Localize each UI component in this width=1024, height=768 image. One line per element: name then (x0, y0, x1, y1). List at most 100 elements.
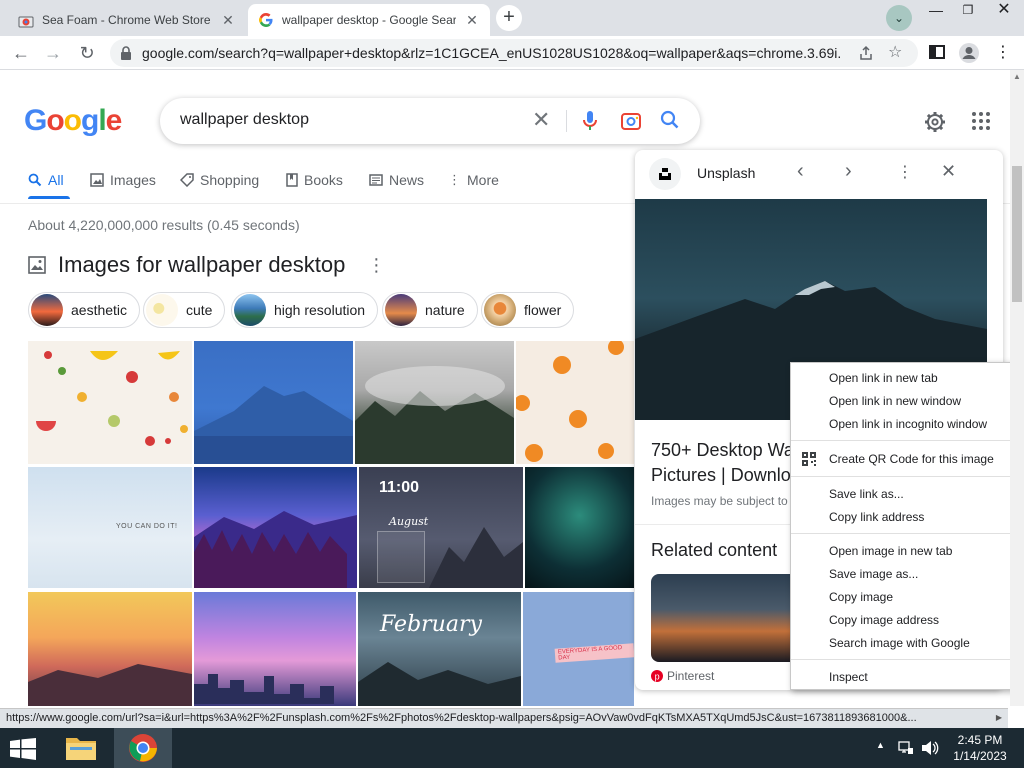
chip-flower[interactable]: flower (481, 292, 575, 328)
menu-item-create-qr-code[interactable]: Create QR Code for this image (829, 449, 994, 469)
panel-source[interactable]: Unsplash (697, 165, 755, 181)
mountain-illustration (194, 386, 353, 464)
image-result-oranges[interactable] (516, 341, 634, 464)
menu-item-copy-image[interactable]: Copy image (829, 587, 893, 607)
image-result-purple-forest[interactable] (194, 467, 357, 588)
share-icon[interactable] (858, 45, 874, 61)
address-bar[interactable]: google.com/search?q=wallpaper+desktop&rl… (110, 39, 918, 67)
menu-separator (791, 659, 1022, 660)
context-menu: Open link in new tab Open link in new wi… (790, 362, 1023, 690)
show-hidden-icons-icon[interactable]: ▲ (876, 740, 885, 750)
search-box[interactable]: wallpaper desktop ✕ (160, 98, 700, 144)
menu-item-search-image-google[interactable]: Search image with Google (829, 633, 970, 653)
tab-google-search[interactable]: wallpaper desktop - Google Sear ✕ (248, 4, 490, 36)
more-options-icon[interactable]: ⋮ (367, 255, 385, 276)
scroll-up-arrow-icon[interactable]: ▲ (1013, 72, 1021, 81)
vertical-scrollbar[interactable]: ▲ (1010, 70, 1024, 706)
minimize-button[interactable]: — (920, 0, 952, 22)
chip-high-resolution[interactable]: high resolution (231, 292, 379, 328)
image-result-sunset-hills[interactable] (28, 592, 192, 706)
image-result-blue-mountain[interactable] (194, 341, 353, 464)
back-button[interactable]: ← (8, 40, 34, 66)
tab-all[interactable]: All (28, 172, 64, 188)
menu-item-save-image-as[interactable]: Save image as... (829, 564, 918, 584)
image-result-everyday-good[interactable]: EVERYDAY IS A GOOD DAY (523, 592, 634, 706)
hills-illustration (28, 664, 192, 706)
system-clock[interactable]: 2:45 PM 1/14/2023 (950, 732, 1010, 764)
volume-icon[interactable] (921, 740, 939, 756)
related-image[interactable] (651, 574, 801, 662)
tab-shopping[interactable]: Shopping (180, 172, 259, 188)
image-result-fruit-pattern[interactable] (28, 341, 192, 464)
result-title[interactable]: 750+ Desktop Wa Pictures | Downlo (651, 438, 794, 488)
menu-item-copy-image-address[interactable]: Copy image address (829, 610, 939, 630)
bookmark-star-icon[interactable]: ☆ (888, 42, 902, 62)
side-panel-icon[interactable] (929, 44, 945, 60)
chrome-menu-icon[interactable]: ⋮ (990, 40, 1016, 66)
chip-nature[interactable]: nature (382, 292, 478, 328)
image-result-february[interactable]: February (358, 592, 521, 706)
chrome-web-store-icon (18, 16, 34, 28)
lens-camera-icon[interactable] (620, 110, 642, 132)
next-arrow-icon[interactable]: › (845, 160, 852, 183)
images-section-header: Images for wallpaper desktop ⋮ (28, 252, 385, 278)
tab-images[interactable]: Images (90, 172, 156, 188)
new-tab-button[interactable]: + (496, 5, 522, 31)
close-panel-icon[interactable]: ✕ (941, 161, 956, 182)
search-input[interactable]: wallpaper desktop (180, 98, 309, 142)
menu-item-copy-link-address[interactable]: Copy link address (829, 507, 924, 527)
image-result-calendar[interactable]: 11:00 August (359, 467, 523, 588)
windows-taskbar: ▲ 2:45 PM 1/14/2023 (0, 728, 1024, 768)
tab-more[interactable]: ⋮ More (448, 172, 499, 188)
windows-start-icon[interactable] (10, 738, 36, 760)
qr-code-icon (802, 452, 816, 466)
chip-thumbnail (234, 294, 266, 326)
more-options-icon[interactable]: ⋮ (897, 162, 913, 182)
google-logo[interactable]: Google (24, 104, 122, 138)
chip-label: flower (524, 302, 562, 318)
fruit-illustration (36, 351, 188, 446)
image-result-city-sky[interactable] (194, 592, 356, 706)
image-result-you-can-do-it[interactable]: YOU CAN DO IT! (28, 467, 192, 588)
reload-button[interactable]: ↻ (74, 40, 100, 66)
tab-sea-foam[interactable]: Sea Foam - Chrome Web Store ✕ (8, 4, 246, 36)
menu-item-open-link-incognito[interactable]: Open link in incognito window (829, 414, 987, 434)
settings-gear-icon[interactable] (923, 110, 947, 134)
tab-search-button[interactable]: ⌄ (886, 5, 912, 31)
menu-item-save-link-as[interactable]: Save link as... (829, 484, 904, 504)
chip-aesthetic[interactable]: aesthetic (28, 292, 141, 328)
profile-avatar-icon[interactable] (958, 42, 980, 64)
clock-time: 2:45 PM (957, 733, 1003, 747)
close-window-button[interactable]: ✕ (988, 0, 1020, 22)
menu-item-open-link-new-window[interactable]: Open link in new window (829, 391, 961, 411)
image-icon (28, 256, 46, 274)
image-result-foggy-forest[interactable] (355, 341, 514, 464)
clear-search-icon[interactable]: ✕ (532, 107, 550, 133)
tab-close-icon[interactable]: ✕ (220, 12, 236, 28)
related-source[interactable]: Pinterest (667, 669, 714, 683)
restore-button[interactable]: ❐ (952, 0, 984, 22)
menu-item-open-link-new-tab[interactable]: Open link in new tab (829, 368, 938, 388)
voice-search-icon[interactable] (582, 110, 598, 132)
search-icon[interactable] (660, 110, 680, 130)
forward-button[interactable]: → (40, 40, 66, 66)
menu-item-open-image-new-tab[interactable]: Open image in new tab (829, 541, 952, 561)
image-result-glowing-tree[interactable] (525, 467, 634, 588)
chrome-taskbar-button[interactable] (114, 728, 172, 768)
lock-icon (121, 46, 131, 60)
tab-close-icon[interactable]: ✕ (464, 12, 480, 28)
apps-grid-icon[interactable] (971, 111, 991, 131)
logo-letter: o (46, 104, 64, 137)
chip-thumbnail (31, 294, 63, 326)
chip-cute[interactable]: cute (143, 292, 226, 328)
tab-news[interactable]: News (369, 172, 424, 188)
menu-item-inspect[interactable]: Inspect (829, 667, 868, 687)
scrollbar-thumb[interactable] (1012, 166, 1022, 302)
more-vert-icon: ⋮ (448, 172, 461, 187)
tab-books[interactable]: Books (286, 172, 343, 188)
scroll-right-arrow-icon[interactable]: ▶ (992, 710, 1006, 726)
chip-label: aesthetic (71, 302, 128, 318)
file-explorer-icon[interactable] (64, 734, 98, 762)
previous-arrow-icon[interactable]: ‹ (797, 160, 804, 183)
network-icon[interactable] (898, 740, 914, 756)
